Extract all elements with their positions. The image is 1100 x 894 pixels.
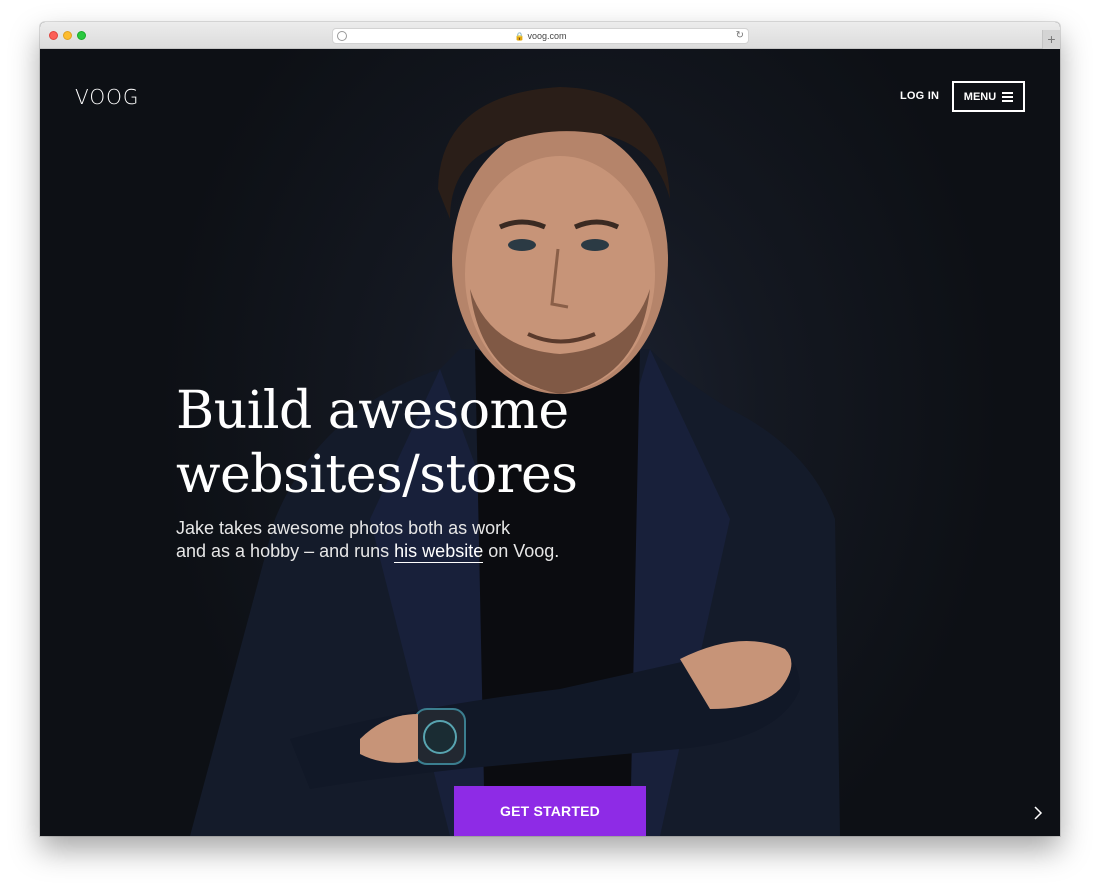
get-started-button[interactable]: GET STARTED: [454, 786, 646, 836]
login-link[interactable]: LOG IN: [900, 90, 939, 102]
hero-section: VOOG LOG IN MENU Build awesome websites/…: [40, 49, 1060, 836]
headline-line-1: Build awesome: [176, 381, 569, 441]
browser-window: 🔒 voog.com ↻ + VOOG LOG IN MENU Build aw…: [40, 22, 1060, 836]
hero-subtext: Jake takes awesome photos both as work a…: [176, 517, 656, 563]
subtext-line-1: Jake takes awesome photos both as work: [176, 518, 511, 538]
url-text: voog.com: [527, 31, 567, 41]
minimize-window-button[interactable]: [63, 31, 72, 40]
browser-titlebar: 🔒 voog.com ↻ +: [40, 22, 1060, 49]
hamburger-icon: [1002, 90, 1014, 104]
menu-label: MENU: [963, 90, 997, 103]
new-tab-button[interactable]: +: [1042, 30, 1060, 49]
his-website-link[interactable]: his website: [394, 541, 484, 563]
url-display: 🔒 voog.com: [333, 30, 748, 43]
chevron-right-icon[interactable]: [1030, 805, 1046, 821]
zoom-window-button[interactable]: [77, 31, 86, 40]
headline-line-2: websites/stores: [176, 445, 578, 505]
address-bar[interactable]: 🔒 voog.com ↻: [332, 28, 749, 44]
close-window-button[interactable]: [49, 31, 58, 40]
subtext-line-2-post: on Voog.: [483, 541, 560, 561]
hero-headline: Build awesome websites/stores: [176, 379, 676, 507]
voog-logo[interactable]: VOOG: [75, 85, 139, 109]
reload-icon[interactable]: ↻: [736, 29, 744, 43]
menu-button[interactable]: MENU: [952, 81, 1025, 112]
lock-icon: 🔒: [514, 32, 525, 41]
subtext-line-2-pre: and as a hobby – and runs: [176, 541, 395, 561]
